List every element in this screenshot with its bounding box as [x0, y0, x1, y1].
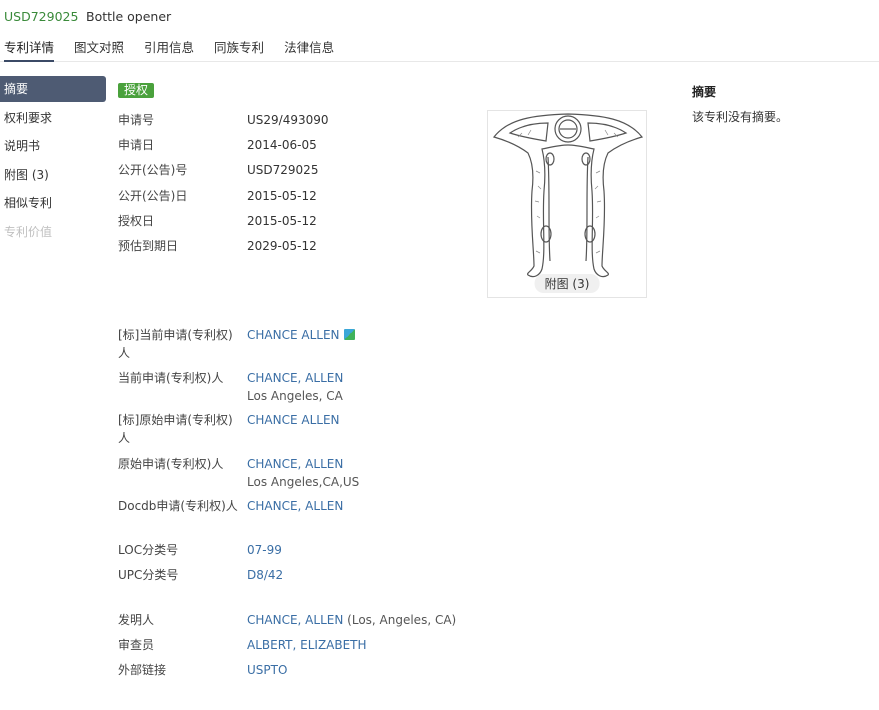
field-value: USD729025: [247, 163, 319, 177]
bottle-opener-drawing: [492, 113, 644, 278]
field-label: Docdb申请(专利权)人: [118, 499, 238, 513]
field-label: 公开(公告)日: [118, 189, 188, 203]
tab-legal[interactable]: 法律信息: [284, 37, 334, 62]
abstract-title: 摘要: [692, 85, 717, 99]
status-badge: 授权: [118, 83, 155, 98]
field-label: 授权日: [118, 214, 155, 228]
field-value: CHANCE, ALLEN: [247, 497, 487, 515]
field-value: USPTO: [247, 661, 487, 679]
sidebar-item-abstract[interactable]: 摘要: [0, 76, 106, 102]
field-value: CHANCE, ALLEN Los Angeles,CA,US: [247, 455, 487, 491]
field-row: [标]当前申请(专利权)人 CHANCE ALLEN: [118, 326, 478, 362]
field-value: 07-99: [247, 541, 487, 559]
field-value: ALBERT, ELIZABETH: [247, 636, 487, 654]
field-label: 申请号: [118, 113, 155, 127]
field-value: CHANCE ALLEN: [247, 326, 487, 344]
patent-title: Bottle opener: [86, 9, 172, 24]
field-label: 预估到期日: [118, 239, 179, 253]
assignee-link[interactable]: CHANCE ALLEN: [247, 413, 340, 427]
field-label: [标]原始申请(专利权)人: [118, 413, 233, 445]
examiner-link[interactable]: ALBERT, ELIZABETH: [247, 638, 367, 652]
field-value: D8/42: [247, 566, 487, 584]
top-bar: USD729025 Bottle opener 专利详情 图文对照 引用信息 同…: [0, 0, 879, 62]
figure-thumbnail[interactable]: 附图 (3): [487, 110, 647, 298]
assignee-link[interactable]: CHANCE ALLEN: [247, 328, 340, 342]
patent-id: USD729025: [4, 9, 79, 24]
inventor-link[interactable]: CHANCE, ALLEN: [247, 613, 343, 627]
field-value: CHANCE, ALLEN (Los, Angeles, CA): [247, 611, 487, 629]
side-nav: 摘要 权利要求 说明书 附图 (3) 相似专利 专利价值: [0, 76, 106, 247]
field-row: 原始申请(专利权)人 CHANCE, ALLEN Los Angeles,CA,…: [118, 455, 478, 491]
field-label: 申请日: [118, 138, 155, 152]
tab-image-text[interactable]: 图文对照: [74, 37, 124, 62]
tab-patent-details[interactable]: 专利详情: [4, 37, 55, 62]
field-row: [标]原始申请(专利权)人 CHANCE ALLEN: [118, 411, 478, 447]
sidebar-item-similar[interactable]: 相似专利: [0, 190, 106, 216]
field-value: 2029-05-12: [247, 239, 317, 253]
figure-label: 附图 (3): [534, 274, 600, 293]
assignee-link[interactable]: CHANCE, ALLEN: [247, 499, 343, 513]
field-value: 2015-05-12: [247, 189, 317, 203]
field-value: CHANCE ALLEN: [247, 411, 487, 429]
company-flag-icon[interactable]: [343, 329, 355, 340]
tab-family[interactable]: 同族专利: [214, 37, 264, 62]
field-label: 原始申请(专利权)人: [118, 457, 224, 471]
classification-link[interactable]: D8/42: [247, 568, 283, 582]
classification-link[interactable]: 07-99: [247, 543, 282, 557]
field-label: 公开(公告)号: [118, 163, 188, 177]
field-label: [标]当前申请(专利权)人: [118, 328, 233, 360]
field-value: 2014-06-05: [247, 138, 317, 152]
field-value: US29/493090: [247, 113, 329, 127]
field-label: 发明人: [118, 613, 155, 627]
field-value: 2015-05-12: [247, 214, 317, 228]
assignee-link[interactable]: CHANCE, ALLEN: [247, 371, 343, 385]
sidebar-item-description[interactable]: 说明书: [0, 133, 106, 159]
field-label: 当前申请(专利权)人: [118, 371, 224, 385]
tab-citations[interactable]: 引用信息: [144, 37, 194, 62]
field-value: CHANCE, ALLEN Los Angeles, CA: [247, 369, 487, 405]
assignee-location: Los Angeles, CA: [247, 389, 343, 403]
field-row: 当前申请(专利权)人 CHANCE, ALLEN Los Angeles, CA: [118, 369, 478, 405]
assignee-link[interactable]: CHANCE, ALLEN: [247, 457, 343, 471]
sidebar-item-value: 专利价值: [4, 224, 53, 239]
field-label: LOC分类号: [118, 543, 179, 557]
field-label: 审查员: [118, 638, 155, 652]
sidebar-item-claims[interactable]: 权利要求: [0, 105, 106, 131]
field-label: 外部链接: [118, 663, 167, 677]
inventor-location: (Los, Angeles, CA): [347, 613, 457, 627]
uspto-link[interactable]: USPTO: [247, 663, 287, 677]
tab-bar: 专利详情 图文对照 引用信息 同族专利 法律信息: [4, 37, 334, 62]
assignee-location: Los Angeles,CA,US: [247, 475, 360, 489]
field-label: UPC分类号: [118, 568, 179, 582]
abstract-text: 该专利没有摘要。: [692, 110, 789, 124]
sidebar-item-figures[interactable]: 附图 (3): [0, 162, 106, 188]
